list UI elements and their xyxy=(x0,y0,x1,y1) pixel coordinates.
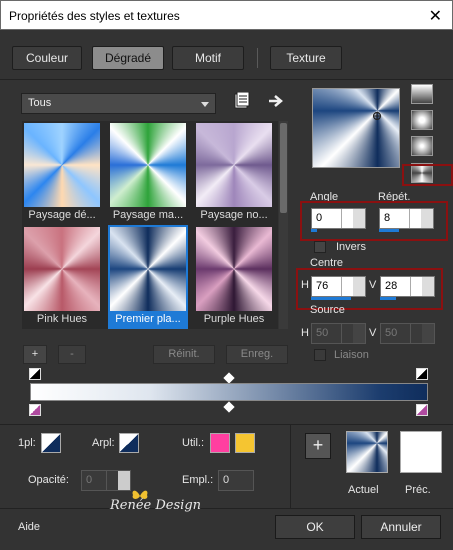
preset-thumbnail xyxy=(24,123,100,207)
watermark-text: Renée Design xyxy=(110,498,202,513)
foreground-label: 1pl: xyxy=(18,437,36,449)
current-gradient-swatch[interactable] xyxy=(346,431,388,473)
preset-purple-hues[interactable]: Purple Hues xyxy=(194,225,274,329)
spin-arrows-icon[interactable] xyxy=(341,324,353,343)
opacity-label: Opacité: xyxy=(28,474,69,486)
dropdown-icon[interactable] xyxy=(118,471,130,490)
dropdown-icon[interactable] xyxy=(422,324,434,343)
category-dropdown[interactable]: Tous xyxy=(21,93,216,114)
opacity-stop-right[interactable] xyxy=(416,368,428,380)
highlight-box-angle xyxy=(300,201,448,241)
divider xyxy=(0,424,453,425)
preset-pink-hues[interactable]: Pink Hues xyxy=(22,225,102,329)
spin-arrows-icon[interactable] xyxy=(410,324,422,343)
previous-label: Préc. xyxy=(405,484,431,496)
location-label: Empl.: xyxy=(182,474,214,486)
color-stop-right[interactable] xyxy=(416,404,428,416)
source-v-value: 50 xyxy=(385,327,398,339)
radial-style-button[interactable] xyxy=(411,136,433,156)
arrow-right-icon[interactable] xyxy=(268,94,284,108)
ok-button[interactable]: OK xyxy=(275,515,355,539)
linear-style-button[interactable] xyxy=(411,84,433,104)
user-label: Util.: xyxy=(182,437,204,449)
rectangular-style-button[interactable] xyxy=(411,110,433,130)
preset-label: Paysage no... xyxy=(200,209,268,221)
scrollbar-thumb[interactable] xyxy=(280,123,287,213)
preset-paysage-no[interactable]: Paysage no... xyxy=(194,121,274,225)
background-swatch[interactable] xyxy=(119,433,139,453)
tab-texture[interactable]: Texture xyxy=(270,46,342,70)
cancel-button[interactable]: Annuler xyxy=(361,515,441,539)
source-v-spinner[interactable]: 50 xyxy=(380,323,435,344)
tab-motif[interactable]: Motif xyxy=(172,46,244,70)
preset-thumbnail xyxy=(110,227,186,311)
opacity-spinner[interactable]: 0 xyxy=(81,470,131,491)
invert-checkbox[interactable] xyxy=(314,241,326,253)
preset-paysage-ma[interactable]: Paysage ma... xyxy=(108,121,188,225)
remove-preset-button[interactable]: - xyxy=(58,345,86,364)
dropdown-icon[interactable] xyxy=(353,324,365,343)
gradient-preview[interactable] xyxy=(312,88,400,168)
help-link[interactable]: Aide xyxy=(18,521,40,533)
source-h-spinner[interactable]: 50 xyxy=(311,323,366,344)
source-label: Source xyxy=(310,304,345,316)
previous-gradient-swatch[interactable] xyxy=(400,431,442,473)
source-v-label: V xyxy=(369,327,377,339)
preset-thumbnail xyxy=(24,227,100,311)
link-checkbox[interactable] xyxy=(314,349,326,361)
source-h-label: H xyxy=(301,327,309,339)
preset-thumbnail xyxy=(196,227,272,311)
preset-scrollbar[interactable] xyxy=(279,121,288,329)
background-label: Arpl: xyxy=(92,437,115,449)
opacity-stop-left[interactable] xyxy=(29,368,41,380)
close-icon[interactable]: ✕ xyxy=(429,6,442,26)
preset-thumbnail xyxy=(110,123,186,207)
window-title: Propriétés des styles et textures xyxy=(9,9,180,23)
preset-label: Premier pla... xyxy=(115,313,181,325)
save-preset-button[interactable]: Enreg. xyxy=(226,345,288,364)
foreground-swatch[interactable] xyxy=(41,433,61,453)
preset-grid: Paysage dé... Paysage ma... Paysage no..… xyxy=(22,121,278,329)
link-label: Liaison xyxy=(334,349,369,361)
preset-label: Paysage dé... xyxy=(28,209,96,221)
user-color-swatch-pink[interactable] xyxy=(210,433,230,453)
gradient-bar[interactable] xyxy=(30,383,428,401)
chevron-down-icon xyxy=(201,102,209,107)
preset-label: Pink Hues xyxy=(36,313,88,325)
spin-arrows-icon[interactable] xyxy=(106,471,118,490)
location-value: 0 xyxy=(223,474,230,486)
tab-bar: Couleur Dégradé Motif Texture xyxy=(0,30,453,80)
current-label: Actuel xyxy=(348,484,379,496)
add-preset-button[interactable]: + xyxy=(23,345,47,364)
tab-divider xyxy=(257,48,258,68)
tab-degrade[interactable]: Dégradé xyxy=(92,46,164,70)
vertical-divider xyxy=(290,424,291,508)
preset-label: Purple Hues xyxy=(203,313,265,325)
preset-thumbnail xyxy=(196,123,272,207)
tab-couleur[interactable]: Couleur xyxy=(12,46,82,70)
footer: Aide OK Annuler xyxy=(0,508,453,550)
color-stop-left[interactable] xyxy=(29,404,41,416)
preset-label: Paysage ma... xyxy=(112,209,184,221)
location-field[interactable]: 0 xyxy=(218,470,254,491)
title-bar: Propriétés des styles et textures ✕ xyxy=(0,0,453,30)
highlight-box-style xyxy=(402,164,453,186)
user-color-swatch-yellow[interactable] xyxy=(235,433,255,453)
source-h-value: 50 xyxy=(316,327,329,339)
preset-premier-pla[interactable]: Premier pla... xyxy=(108,225,188,329)
add-swatch-button[interactable]: + xyxy=(305,433,331,459)
center-handle-icon[interactable] xyxy=(313,89,401,169)
opacity-value: 0 xyxy=(86,474,93,486)
preset-paysage-de[interactable]: Paysage dé... xyxy=(22,121,102,225)
invert-label: Invers xyxy=(336,241,366,253)
category-value: Tous xyxy=(28,97,52,109)
reset-button[interactable]: Réinit. xyxy=(153,345,215,364)
list-view-icon[interactable] xyxy=(234,92,250,110)
